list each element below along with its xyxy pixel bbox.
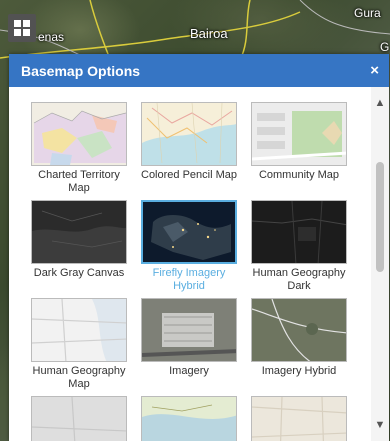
basemap-tile-imagery-hybrid[interactable]: Imagery Hybrid [249, 298, 349, 378]
tile-label: Human Geography Map [32, 365, 126, 390]
chevron-down-icon[interactable]: ▼ [371, 417, 389, 433]
colored-pencil-thumb [141, 102, 237, 166]
map-label: G [380, 40, 390, 54]
gallery-scrollbar[interactable]: ▲ ▼ [371, 87, 389, 441]
tile-label: Human Geography Dark [252, 267, 346, 292]
basemap-tile-colored-pencil[interactable]: Colored Pencil Map [139, 102, 239, 182]
tile-label: Imagery [169, 365, 209, 377]
basemap-tile-dark-gray[interactable]: Dark Gray Canvas [29, 200, 129, 280]
tile-label: Imagery Hybrid [261, 365, 337, 377]
basemap-tile-imagery[interactable]: Imagery [139, 298, 239, 378]
basemap-tile-human-geography-map[interactable]: Human Geography Map [29, 298, 129, 391]
map-label: enas [38, 30, 65, 44]
dialog-header: Basemap Options × [9, 54, 389, 87]
basemap-gallery: Charted Territory Map Colored Pencil Map [9, 87, 371, 441]
streets-thumb [251, 396, 347, 441]
tile-label: Charted Territory Map [38, 169, 120, 194]
light-gray-thumb [31, 396, 127, 441]
imagery-hybrid-thumb [251, 298, 347, 362]
chevron-up-icon[interactable]: ▲ [371, 95, 389, 111]
basemap-tile-firefly-imagery-hybrid[interactable]: Firefly Imagery Hybrid [139, 200, 239, 293]
community-thumb [251, 102, 347, 166]
tile-label: Colored Pencil Map [141, 169, 237, 181]
basemap-tile[interactable] [249, 396, 349, 441]
basemap-tile[interactable] [29, 396, 129, 441]
basemap-tile-charted-territory[interactable]: Charted Territory Map [29, 102, 129, 195]
firefly-thumb [141, 200, 237, 264]
map-label: Bairoa [190, 26, 228, 41]
basemap-tile-community[interactable]: Community Map [249, 102, 349, 182]
imagery-thumb [141, 298, 237, 362]
tile-label: Firefly Imagery Hybrid [152, 267, 226, 292]
scrollbar-thumb[interactable] [376, 162, 384, 272]
close-icon[interactable]: × [370, 63, 379, 78]
basemap-gallery-button[interactable] [8, 14, 36, 42]
basemap-tile-human-geography-dark[interactable]: Human Geography Dark [249, 200, 349, 293]
charted-territory-thumb [31, 102, 127, 166]
dialog-title: Basemap Options [21, 62, 141, 79]
tile-label: Dark Gray Canvas [33, 267, 125, 279]
human-geo-dark-thumb [251, 200, 347, 264]
map-label: Gura [354, 6, 381, 20]
human-geo-map-thumb [31, 298, 127, 362]
national-geographic-thumb [141, 396, 237, 441]
basemap-options-dialog: Basemap Options × Charted Territory Map [9, 54, 389, 441]
dark-gray-thumb [31, 200, 127, 264]
basemap-tile[interactable] [139, 396, 239, 441]
tile-label: Community Map [258, 169, 340, 181]
